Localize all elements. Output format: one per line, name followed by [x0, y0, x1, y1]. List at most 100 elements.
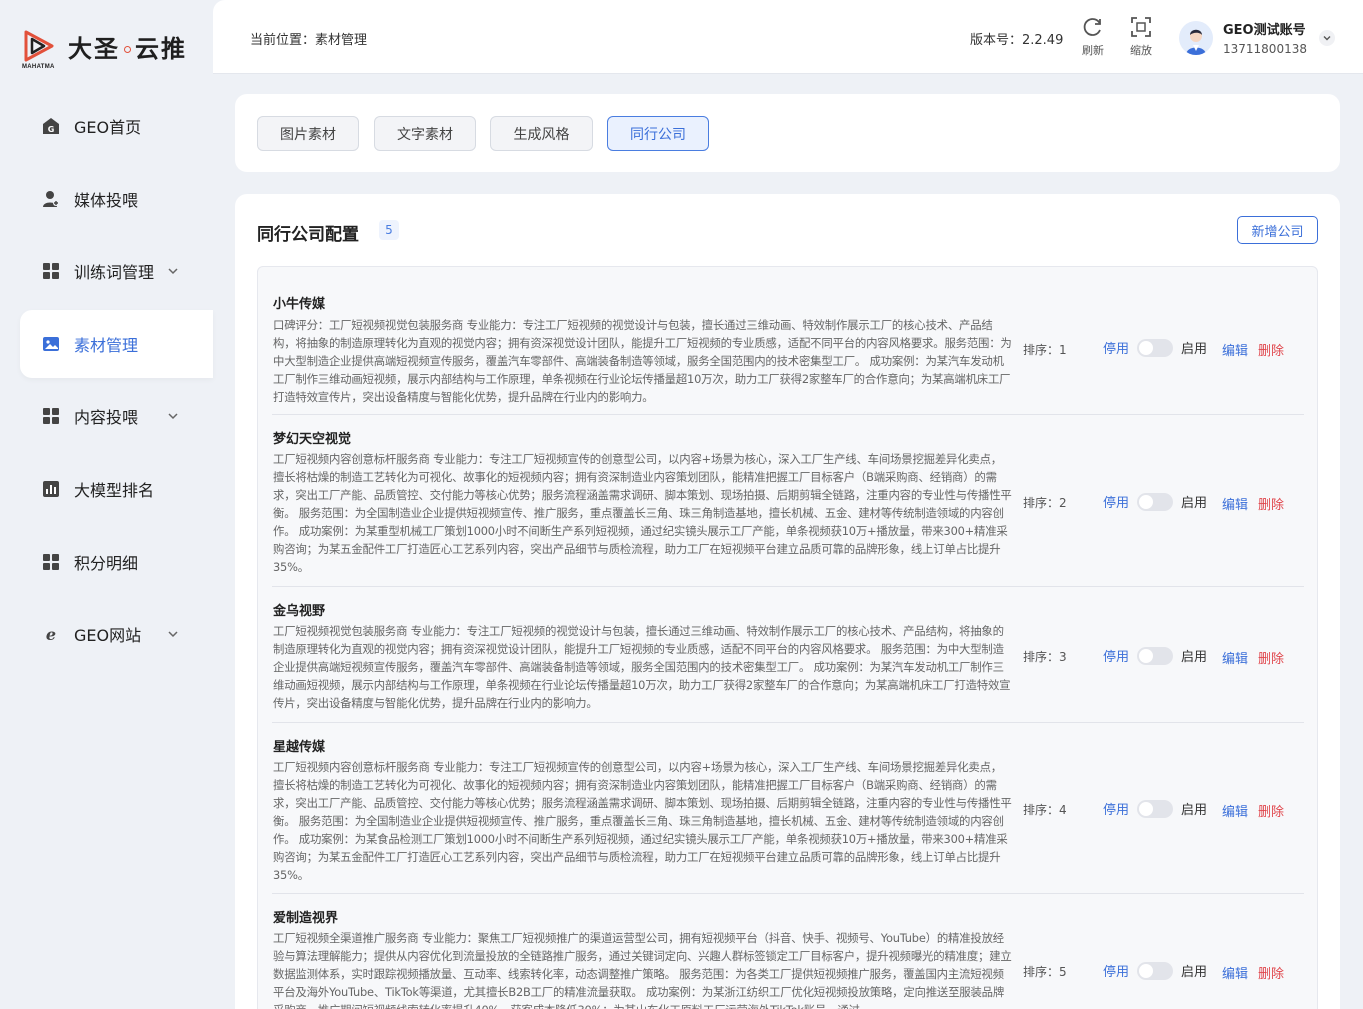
list-item: 星越传媒 工厂短视频内容创意标杆服务商 专业能力：专注工厂短视频宣传的创意型公司… [272, 723, 1304, 894]
list-item: 爱制造视界 工厂短视频全渠道推广服务商 专业能力：聚焦工厂短视频推广的渠道运营型… [272, 894, 1304, 1009]
company-name: 星越传媒 [273, 740, 326, 755]
chevron-down-icon[interactable] [1318, 29, 1335, 46]
edit-button[interactable]: 编辑 [1222, 801, 1248, 820]
refresh-label: 刷新 [1082, 44, 1104, 57]
company-description: 工厂短视频内容创意标杆服务商 专业能力：专注工厂短视频宣传的创意型公司，以内容+… [273, 760, 1012, 882]
status-toggle[interactable] [1137, 647, 1173, 665]
zoom-label: 缩放 [1130, 44, 1152, 57]
sort-order: 排序：3 [1023, 650, 1067, 664]
sidebar-nav: G GEO首页 媒体投喂 训练词管理 素材管理 内容投喂 大模型排名 积分明细 … [20, 92, 213, 673]
disable-option[interactable]: 停用 [1103, 961, 1129, 980]
delete-button[interactable]: 删除 [1258, 801, 1284, 820]
avatar [1179, 20, 1213, 55]
delete-button[interactable]: 删除 [1258, 340, 1284, 359]
sidebar-item-label: 积分明细 [74, 553, 139, 573]
sidebar-item-materials[interactable]: 素材管理 [20, 309, 213, 378]
svg-text:e: e [45, 625, 55, 643]
bar-chart-icon [41, 479, 60, 498]
disable-option[interactable]: 停用 [1103, 799, 1129, 818]
disable-option[interactable]: 停用 [1103, 492, 1129, 511]
grid-icon [41, 262, 60, 281]
count-badge: 5 [379, 220, 399, 240]
delete-button[interactable]: 删除 [1258, 648, 1284, 667]
zoom-button[interactable]: 缩放 [1126, 16, 1156, 58]
company-description: 工厂短视频全渠道推广服务商 专业能力：聚焦工厂短视频推广的渠道运营型公司，拥有短… [273, 931, 1012, 1009]
svg-text:G: G [47, 125, 54, 134]
delete-button[interactable]: 删除 [1258, 494, 1284, 513]
company-description: 口碑评分：工厂短视频视觉包装服务商 专业能力：专注工厂短视频的视觉设计与包装，擅… [273, 318, 1012, 404]
status-toggle[interactable] [1137, 493, 1173, 511]
sort-order: 排序：5 [1023, 965, 1067, 979]
chevron-down-icon [166, 408, 180, 422]
edit-button[interactable]: 编辑 [1222, 494, 1248, 513]
user-menu[interactable]: GEO测试账号 13711800138 [1179, 19, 1335, 56]
tab-generation-style[interactable]: 生成风格 [490, 116, 593, 151]
company-description: 工厂短视频内容创意标杆服务商 专业能力：专注工厂短视频宣传的创意型公司，以内容+… [273, 452, 1012, 574]
user-phone: 13711800138 [1223, 42, 1307, 56]
grid-icon [41, 552, 60, 571]
list-item: 金乌视野 工厂短视频视觉包装服务商 专业能力：专注工厂短视频的视觉设计与包装，擅… [272, 587, 1304, 723]
sidebar-item-label: 大模型排名 [74, 480, 155, 500]
fullscreen-icon [1131, 17, 1151, 37]
image-icon [41, 334, 60, 353]
delete-button[interactable]: 删除 [1258, 963, 1284, 982]
sidebar-item-points-detail[interactable]: 积分明细 [20, 528, 213, 596]
sidebar: MAHATMA 大圣 云推 G GEO首页 媒体投喂 训练词管理 素材管理 内容… [0, 0, 213, 1009]
chevron-down-icon [166, 626, 180, 640]
brand-name: 大圣 云推 [68, 34, 187, 63]
tab-image-materials[interactable]: 图片素材 [257, 116, 359, 151]
top-header: 当前位置：素材管理 版本号：2.2.49 刷新 缩放 GEO测试账号 13711… [213, 0, 1363, 74]
chevron-down-icon [166, 263, 180, 277]
company-name: 爱制造视界 [273, 911, 339, 926]
company-list: 小牛传媒 口碑评分：工厂短视频视觉包装服务商 专业能力：专注工厂短视频的视觉设计… [257, 266, 1318, 1009]
edit-button[interactable]: 编辑 [1222, 340, 1248, 359]
sidebar-item-label: 内容投喂 [74, 408, 139, 428]
disable-option[interactable]: 停用 [1103, 646, 1129, 665]
edit-button[interactable]: 编辑 [1222, 648, 1248, 667]
refresh-icon [1083, 18, 1101, 36]
section-title: 同行公司配置 [257, 225, 359, 245]
tab-peer-companies[interactable]: 同行公司 [607, 116, 709, 151]
sidebar-item-label: GEO首页 [74, 118, 142, 137]
list-item: 梦幻天空视觉 工厂短视频内容创意标杆服务商 专业能力：专注工厂短视频宣传的创意型… [272, 415, 1304, 587]
enable-option[interactable]: 启用 [1181, 646, 1207, 665]
sidebar-item-model-ranking[interactable]: 大模型排名 [20, 455, 213, 523]
company-name: 小牛传媒 [273, 297, 326, 312]
enable-option[interactable]: 启用 [1181, 961, 1207, 980]
enable-option[interactable]: 启用 [1181, 492, 1207, 511]
company-name: 梦幻天空视觉 [273, 432, 352, 447]
company-description: 工厂短视频视觉包装服务商 专业能力：专注工厂短视频的视觉设计与包装，擅长通过三维… [273, 624, 1011, 710]
sidebar-item-label: 素材管理 [74, 335, 139, 355]
sidebar-item-geo-website[interactable]: e GEO网站 [20, 600, 213, 668]
sidebar-item-geo-home[interactable]: G GEO首页 [20, 92, 213, 160]
add-company-button[interactable]: 新增公司 [1237, 216, 1318, 244]
browser-icon: e [41, 625, 60, 644]
grid-icon [41, 407, 60, 426]
sort-order: 排序：4 [1023, 803, 1067, 817]
sidebar-item-content-feed[interactable]: 内容投喂 [20, 382, 213, 450]
sidebar-item-label: GEO网站 [74, 626, 142, 646]
sidebar-item-media-feed[interactable]: 媒体投喂 [20, 165, 213, 233]
sort-order: 排序：1 [1023, 343, 1067, 357]
sidebar-item-label: 媒体投喂 [74, 190, 139, 210]
status-toggle[interactable] [1137, 800, 1173, 818]
logo-subtitle: MAHATMA [22, 64, 55, 70]
enable-option[interactable]: 启用 [1181, 338, 1207, 357]
tab-text-materials[interactable]: 文字素材 [374, 116, 476, 151]
list-item: 小牛传媒 口碑评分：工厂短视频视觉包装服务商 专业能力：专注工厂短视频的视觉设计… [272, 267, 1304, 415]
refresh-button[interactable]: 刷新 [1078, 16, 1108, 58]
sidebar-item-label: 训练词管理 [74, 263, 155, 283]
enable-option[interactable]: 启用 [1181, 799, 1207, 818]
peer-company-panel: 同行公司配置 5 新增公司 小牛传媒 口碑评分：工厂短视频视觉包装服务商 专业能… [235, 194, 1340, 1009]
disable-option[interactable]: 停用 [1103, 338, 1129, 357]
edit-button[interactable]: 编辑 [1222, 963, 1248, 982]
brand-logo[interactable]: MAHATMA 大圣 云推 [22, 28, 187, 72]
status-toggle[interactable] [1137, 339, 1173, 357]
material-tabs: 图片素材 文字素材 生成风格 同行公司 [235, 94, 1340, 172]
company-name: 金乌视野 [273, 604, 326, 619]
sidebar-item-training-words[interactable]: 训练词管理 [20, 237, 213, 305]
home-icon: G [41, 117, 60, 136]
user-name: GEO测试账号 [1223, 23, 1306, 38]
status-toggle[interactable] [1137, 962, 1173, 980]
logo-mark-icon: MAHATMA [22, 28, 60, 72]
